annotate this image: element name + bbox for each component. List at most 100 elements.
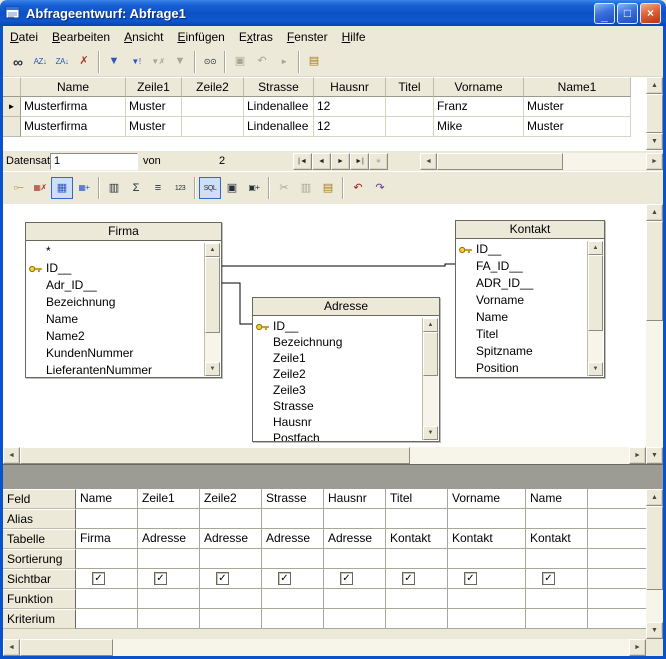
- datasheet-vertical-scrollbar[interactable]: ▲ ▼: [646, 77, 663, 150]
- first-record-button[interactable]: |◄: [293, 153, 312, 170]
- visible-checkbox[interactable]: ✓: [216, 572, 229, 585]
- cell[interactable]: [588, 529, 646, 549]
- cell[interactable]: [324, 609, 386, 629]
- scroll-right-button[interactable]: ►: [629, 447, 646, 464]
- scrollbar-thumb[interactable]: [646, 221, 663, 321]
- join-line-firma-adresse[interactable]: [222, 283, 252, 324]
- scroll-right-button[interactable]: ►: [646, 153, 663, 170]
- query-grid-vertical-scrollbar[interactable]: ▲ ▼: [646, 489, 663, 639]
- cell[interactable]: [262, 509, 324, 529]
- design-horizontal-scrollbar[interactable]: ◄ ►: [3, 447, 646, 464]
- cell[interactable]: [588, 569, 646, 589]
- visible-checkbox[interactable]: ✓: [340, 572, 353, 585]
- totals-button[interactable]: Σ: [125, 177, 147, 199]
- cell[interactable]: Kontakt: [448, 529, 526, 549]
- field-item[interactable]: Spitzname: [456, 343, 587, 360]
- new-record-button[interactable]: ∗: [369, 153, 388, 170]
- cell[interactable]: Mike: [434, 117, 524, 137]
- menu-item-einfuegen[interactable]: Einfügen: [170, 27, 231, 47]
- field-item[interactable]: Zeile1: [253, 350, 422, 366]
- cell[interactable]: [200, 609, 262, 629]
- find-button[interactable]: ∞: [7, 51, 29, 73]
- sql-view-button[interactable]: SQL: [199, 177, 221, 199]
- row-header-alias[interactable]: Alias: [3, 509, 76, 529]
- cell[interactable]: [448, 589, 526, 609]
- row-header-funktion[interactable]: Funktion: [3, 589, 76, 609]
- cell[interactable]: [526, 549, 588, 569]
- field-item[interactable]: Name: [26, 311, 204, 328]
- filter-button[interactable]: ▼: [103, 51, 125, 73]
- design-view-button[interactable]: ▦: [51, 177, 73, 199]
- cell[interactable]: [386, 549, 448, 569]
- join-line-firma-kontakt[interactable]: [222, 264, 455, 266]
- cell[interactable]: [588, 589, 646, 609]
- field-item[interactable]: ADR_ID__: [456, 275, 587, 292]
- row-header-feld[interactable]: Feld: [3, 489, 76, 509]
- column-header-zeile1[interactable]: Zeile1: [126, 77, 182, 97]
- cell[interactable]: [200, 589, 262, 609]
- row-header-kriterium[interactable]: Kriterium: [3, 609, 76, 629]
- cell[interactable]: [448, 509, 526, 529]
- column-header-hausnr[interactable]: Hausnr: [314, 77, 386, 97]
- maximize-button[interactable]: □: [617, 3, 638, 24]
- remove-table-button[interactable]: ▦✗: [29, 177, 51, 199]
- scroll-right-button[interactable]: ►: [629, 639, 646, 656]
- cell[interactable]: Zeile2: [200, 489, 262, 509]
- cell[interactable]: Hausnr: [324, 489, 386, 509]
- menu-item-ansicht[interactable]: Ansicht: [117, 27, 170, 47]
- row-header-sortierung[interactable]: Sortierung: [3, 549, 76, 569]
- close-button[interactable]: ×: [640, 3, 661, 24]
- field-item[interactable]: Strasse: [253, 398, 422, 414]
- field-item[interactable]: ID__: [253, 318, 422, 334]
- field-item[interactable]: ID__: [456, 241, 587, 258]
- cell[interactable]: [200, 549, 262, 569]
- last-record-button[interactable]: ►|: [350, 153, 369, 170]
- scroll-left-button[interactable]: ◄: [420, 153, 437, 170]
- undo-button[interactable]: ↶: [347, 177, 369, 199]
- cell[interactable]: Muster: [524, 117, 631, 137]
- select-all-header[interactable]: [3, 77, 21, 97]
- cell[interactable]: [386, 609, 448, 629]
- field-item[interactable]: FA_ID__: [456, 258, 587, 275]
- remove-filter-button[interactable]: ▼✗: [147, 51, 169, 73]
- save-record-button[interactable]: ▣: [229, 51, 251, 73]
- menu-item-extras[interactable]: Extras: [232, 27, 280, 47]
- row-selector[interactable]: [3, 117, 21, 137]
- field-list-scrollbar[interactable]: ▲ ▼: [587, 241, 603, 376]
- cell[interactable]: [138, 549, 200, 569]
- table-window-firma[interactable]: Firma * ID__ Adr_ID__ Bezeichnung Name N…: [25, 222, 222, 378]
- table-window-adresse[interactable]: Adresse ID__ Bezeichnung Zeile1 Zeile2 Z…: [252, 297, 440, 442]
- paste-button[interactable]: ▤: [317, 177, 339, 199]
- cell[interactable]: Franz: [434, 97, 524, 117]
- scrollbar-thumb[interactable]: [646, 94, 663, 133]
- cell[interactable]: Muster: [524, 97, 631, 117]
- cell[interactable]: [262, 609, 324, 629]
- cell[interactable]: Lindenallee: [244, 97, 314, 117]
- filter-by-selection-button[interactable]: ▼!: [125, 51, 147, 73]
- cell[interactable]: Adresse: [324, 529, 386, 549]
- scroll-down-button[interactable]: ▼: [205, 362, 220, 376]
- print-preview-button[interactable]: ⊙⊙: [199, 51, 221, 73]
- cell[interactable]: [588, 549, 646, 569]
- field-item[interactable]: *: [26, 243, 204, 260]
- field-item[interactable]: Titel: [456, 326, 587, 343]
- scrollbar-thumb[interactable]: [646, 506, 663, 590]
- scroll-up-button[interactable]: ▲: [588, 241, 603, 255]
- cell[interactable]: [262, 589, 324, 609]
- visible-checkbox[interactable]: ✓: [542, 572, 555, 585]
- cell[interactable]: Vorname: [448, 489, 526, 509]
- minimize-button[interactable]: _: [594, 3, 615, 24]
- visible-checkbox[interactable]: ✓: [278, 572, 291, 585]
- cell[interactable]: Kontakt: [526, 529, 588, 549]
- scrollbar-thumb[interactable]: [423, 332, 438, 376]
- paste-button[interactable]: ▤: [303, 51, 325, 73]
- cell[interactable]: [324, 589, 386, 609]
- cell[interactable]: 12: [314, 117, 386, 137]
- current-record-input[interactable]: 1: [50, 153, 138, 170]
- cell[interactable]: [262, 549, 324, 569]
- field-item[interactable]: Bezeichnung: [26, 294, 204, 311]
- field-item[interactable]: KundenNummer: [26, 345, 204, 362]
- number-format-button[interactable]: 123: [169, 177, 191, 199]
- undo-record-button[interactable]: ↶: [251, 51, 273, 73]
- cell[interactable]: Lindenallee: [244, 117, 314, 137]
